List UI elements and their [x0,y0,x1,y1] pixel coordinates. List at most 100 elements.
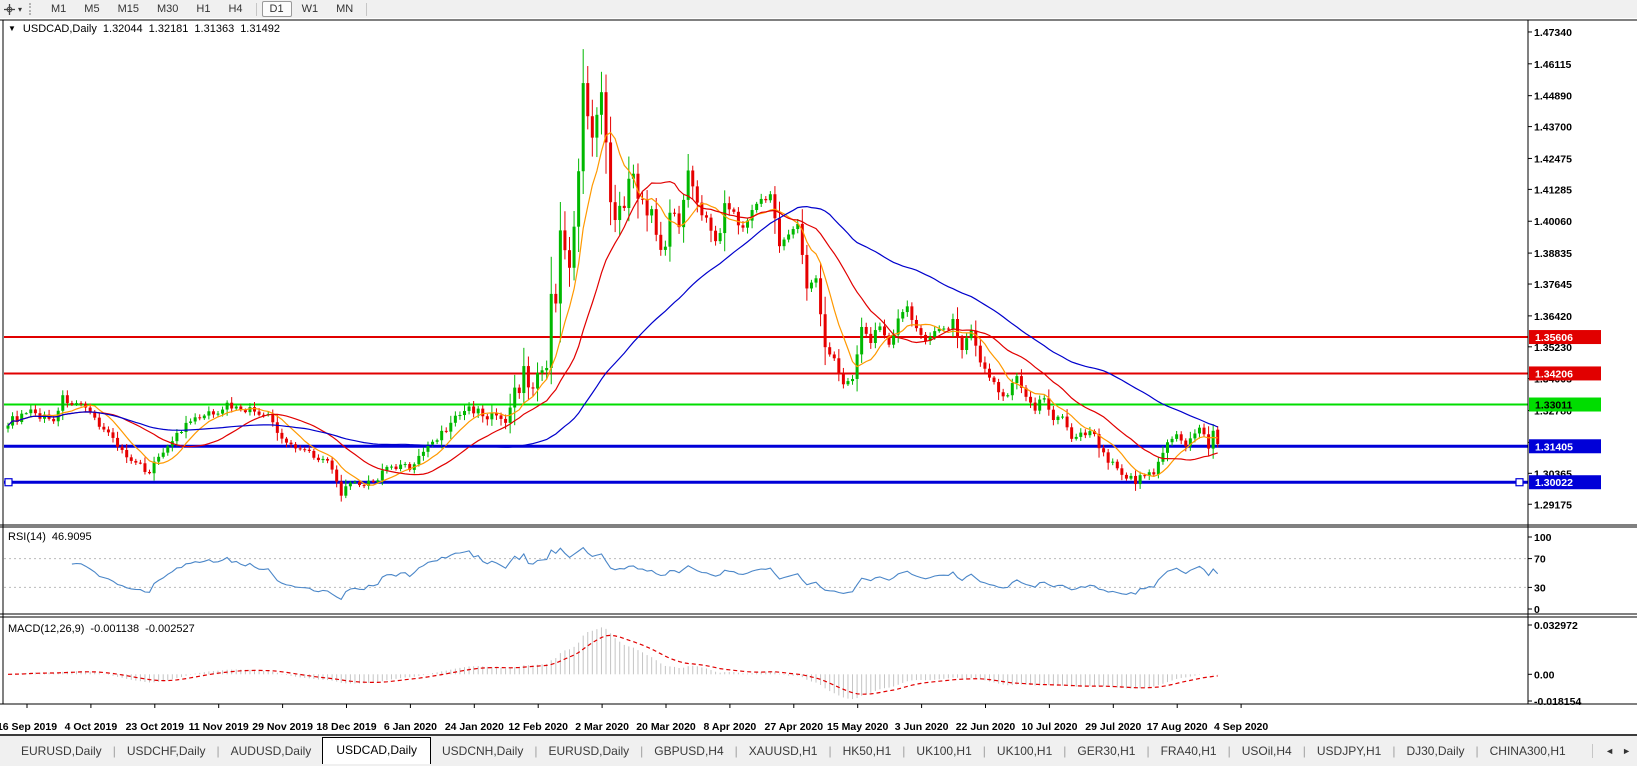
tab-ger30-h1[interactable]: GER30,H1 [1066,740,1146,764]
tab-usdcnh-daily[interactable]: USDCNH,Daily [431,740,534,764]
badge-label: 1.31405 [1535,441,1573,453]
candle-body [710,218,713,231]
candle-body [951,319,954,329]
toolbar-grip[interactable] [29,3,35,15]
chart-tabs: EURUSD,Daily|USDCHF,Daily|AUDUSD,DailyUS… [0,736,1570,764]
macd-name: MACD(12,26,9) [8,623,84,635]
candle-body [563,230,566,250]
candle-body [326,459,329,461]
tab-hk50-h1[interactable]: HK50,H1 [832,740,903,764]
candle-body [253,407,256,411]
tab-eurusd-daily[interactable]: EURUSD,Daily [537,740,640,764]
candle-body [226,403,229,410]
candle-body [1152,472,1155,474]
date-tick-label: 29 Jul 2020 [1085,721,1141,733]
candle-body [1002,392,1005,396]
candle-body [363,485,366,486]
candle-body [230,403,233,409]
candle-body [1079,433,1082,437]
tab-gbpusd-h4[interactable]: GBPUSD,H4 [643,740,734,764]
candle-body [997,382,1000,392]
candle-body [244,410,247,412]
candle-body [353,482,356,483]
chart-window[interactable]: 1.473401.461151.448901.437001.424751.412… [0,18,1637,734]
timeframe-button-H4[interactable]: H4 [220,1,250,17]
candle-body [536,373,539,389]
tab-usdcad-daily[interactable]: USDCAD,Daily [322,737,431,764]
candle-body [901,312,904,318]
tab-separator: | [217,744,220,758]
candle-body [979,346,982,363]
timeframe-button-MN[interactable]: MN [328,1,361,17]
tab-scroll-left-icon[interactable]: ◄ [1605,746,1614,756]
timeframe-button-M15[interactable]: M15 [110,1,147,17]
tab-fra40-h1[interactable]: FRA40,H1 [1150,740,1228,764]
candle-body [993,378,996,382]
tab-scroll-right-icon[interactable]: ► [1622,746,1631,756]
tab-uk100-h1[interactable]: UK100,H1 [905,740,982,764]
candle-body [1193,433,1196,438]
candle-body [1047,398,1050,409]
candle-body [440,431,443,440]
candle-body [93,412,96,417]
candle-body [1107,452,1110,462]
candle-body [805,255,808,289]
timeframe-button-D1[interactable]: D1 [262,1,292,17]
candle-body [833,354,836,358]
symbol-dropdown-icon[interactable]: ▼ [8,24,16,33]
candle-body [303,449,306,450]
candle-body [1216,430,1219,444]
candle-body [947,329,950,330]
candle-body [486,416,489,419]
timeframe-button-M5[interactable]: M5 [76,1,107,17]
candle-body [1061,417,1064,418]
candle-body [1052,410,1055,420]
candle-body [1015,376,1018,383]
candle-body [764,199,767,200]
candle-body [691,170,694,186]
candle-body [422,452,425,456]
level-drag-handle[interactable] [1516,479,1523,486]
level-drag-handle[interactable] [5,479,12,486]
candle-body [395,467,398,469]
date-tick-label: 4 Oct 2019 [65,721,118,733]
tab-usdchf-daily[interactable]: USDCHF,Daily [116,740,217,764]
candle-body [80,403,83,404]
timeframe-button-M30[interactable]: M30 [149,1,186,17]
toolbar-separator [256,3,257,16]
tab-dj30-daily[interactable]: DJ30,Daily [1395,740,1475,764]
chart-title: ▼USDCAD,Daily1.320441.321811.313631.3149… [8,23,280,35]
open-value: 1.32044 [103,23,143,35]
price-tick-label: 1.44890 [1534,91,1572,103]
chart-canvas[interactable]: 1.473401.461151.448901.437001.424751.412… [0,18,1637,734]
candle-body [102,427,105,430]
candle-body [212,411,215,414]
tab-uk100-h1[interactable]: UK100,H1 [986,740,1063,764]
candle-body [577,171,580,226]
price-tick-label: 1.41285 [1534,184,1572,196]
tool-dropdown-caret-icon[interactable]: ▾ [18,5,22,14]
candle-body [449,423,452,432]
timeframe-button-W1[interactable]: W1 [294,1,327,17]
candle-body [728,203,731,209]
candle-body [942,329,945,330]
tab-audusd-daily[interactable]: AUDUSD,Daily [220,740,323,764]
candle-body [308,450,311,451]
candle-body [1166,442,1169,453]
candle-body [468,406,471,410]
candle-body [1111,462,1114,463]
crosshair-tool-icon[interactable] [0,1,18,17]
candle-body [25,413,28,414]
timeframe-button-M1[interactable]: M1 [43,1,74,17]
tab-xauusd-h1[interactable]: XAUUSD,H1 [738,740,829,764]
candle-body [1006,395,1009,396]
tab-eurusd-daily[interactable]: EURUSD,Daily [10,740,113,764]
timeframe-button-H1[interactable]: H1 [188,1,218,17]
tab-china300-h1[interactable]: CHINA300,H1 [1479,740,1570,764]
tab-usoil-h4[interactable]: USOil,H4 [1231,740,1303,764]
candle-body [965,338,968,350]
candle-body [550,294,553,368]
candle-body [335,470,338,482]
tab-usdjpy-h1[interactable]: USDJPY,H1 [1306,740,1392,764]
candle-body [527,366,530,387]
